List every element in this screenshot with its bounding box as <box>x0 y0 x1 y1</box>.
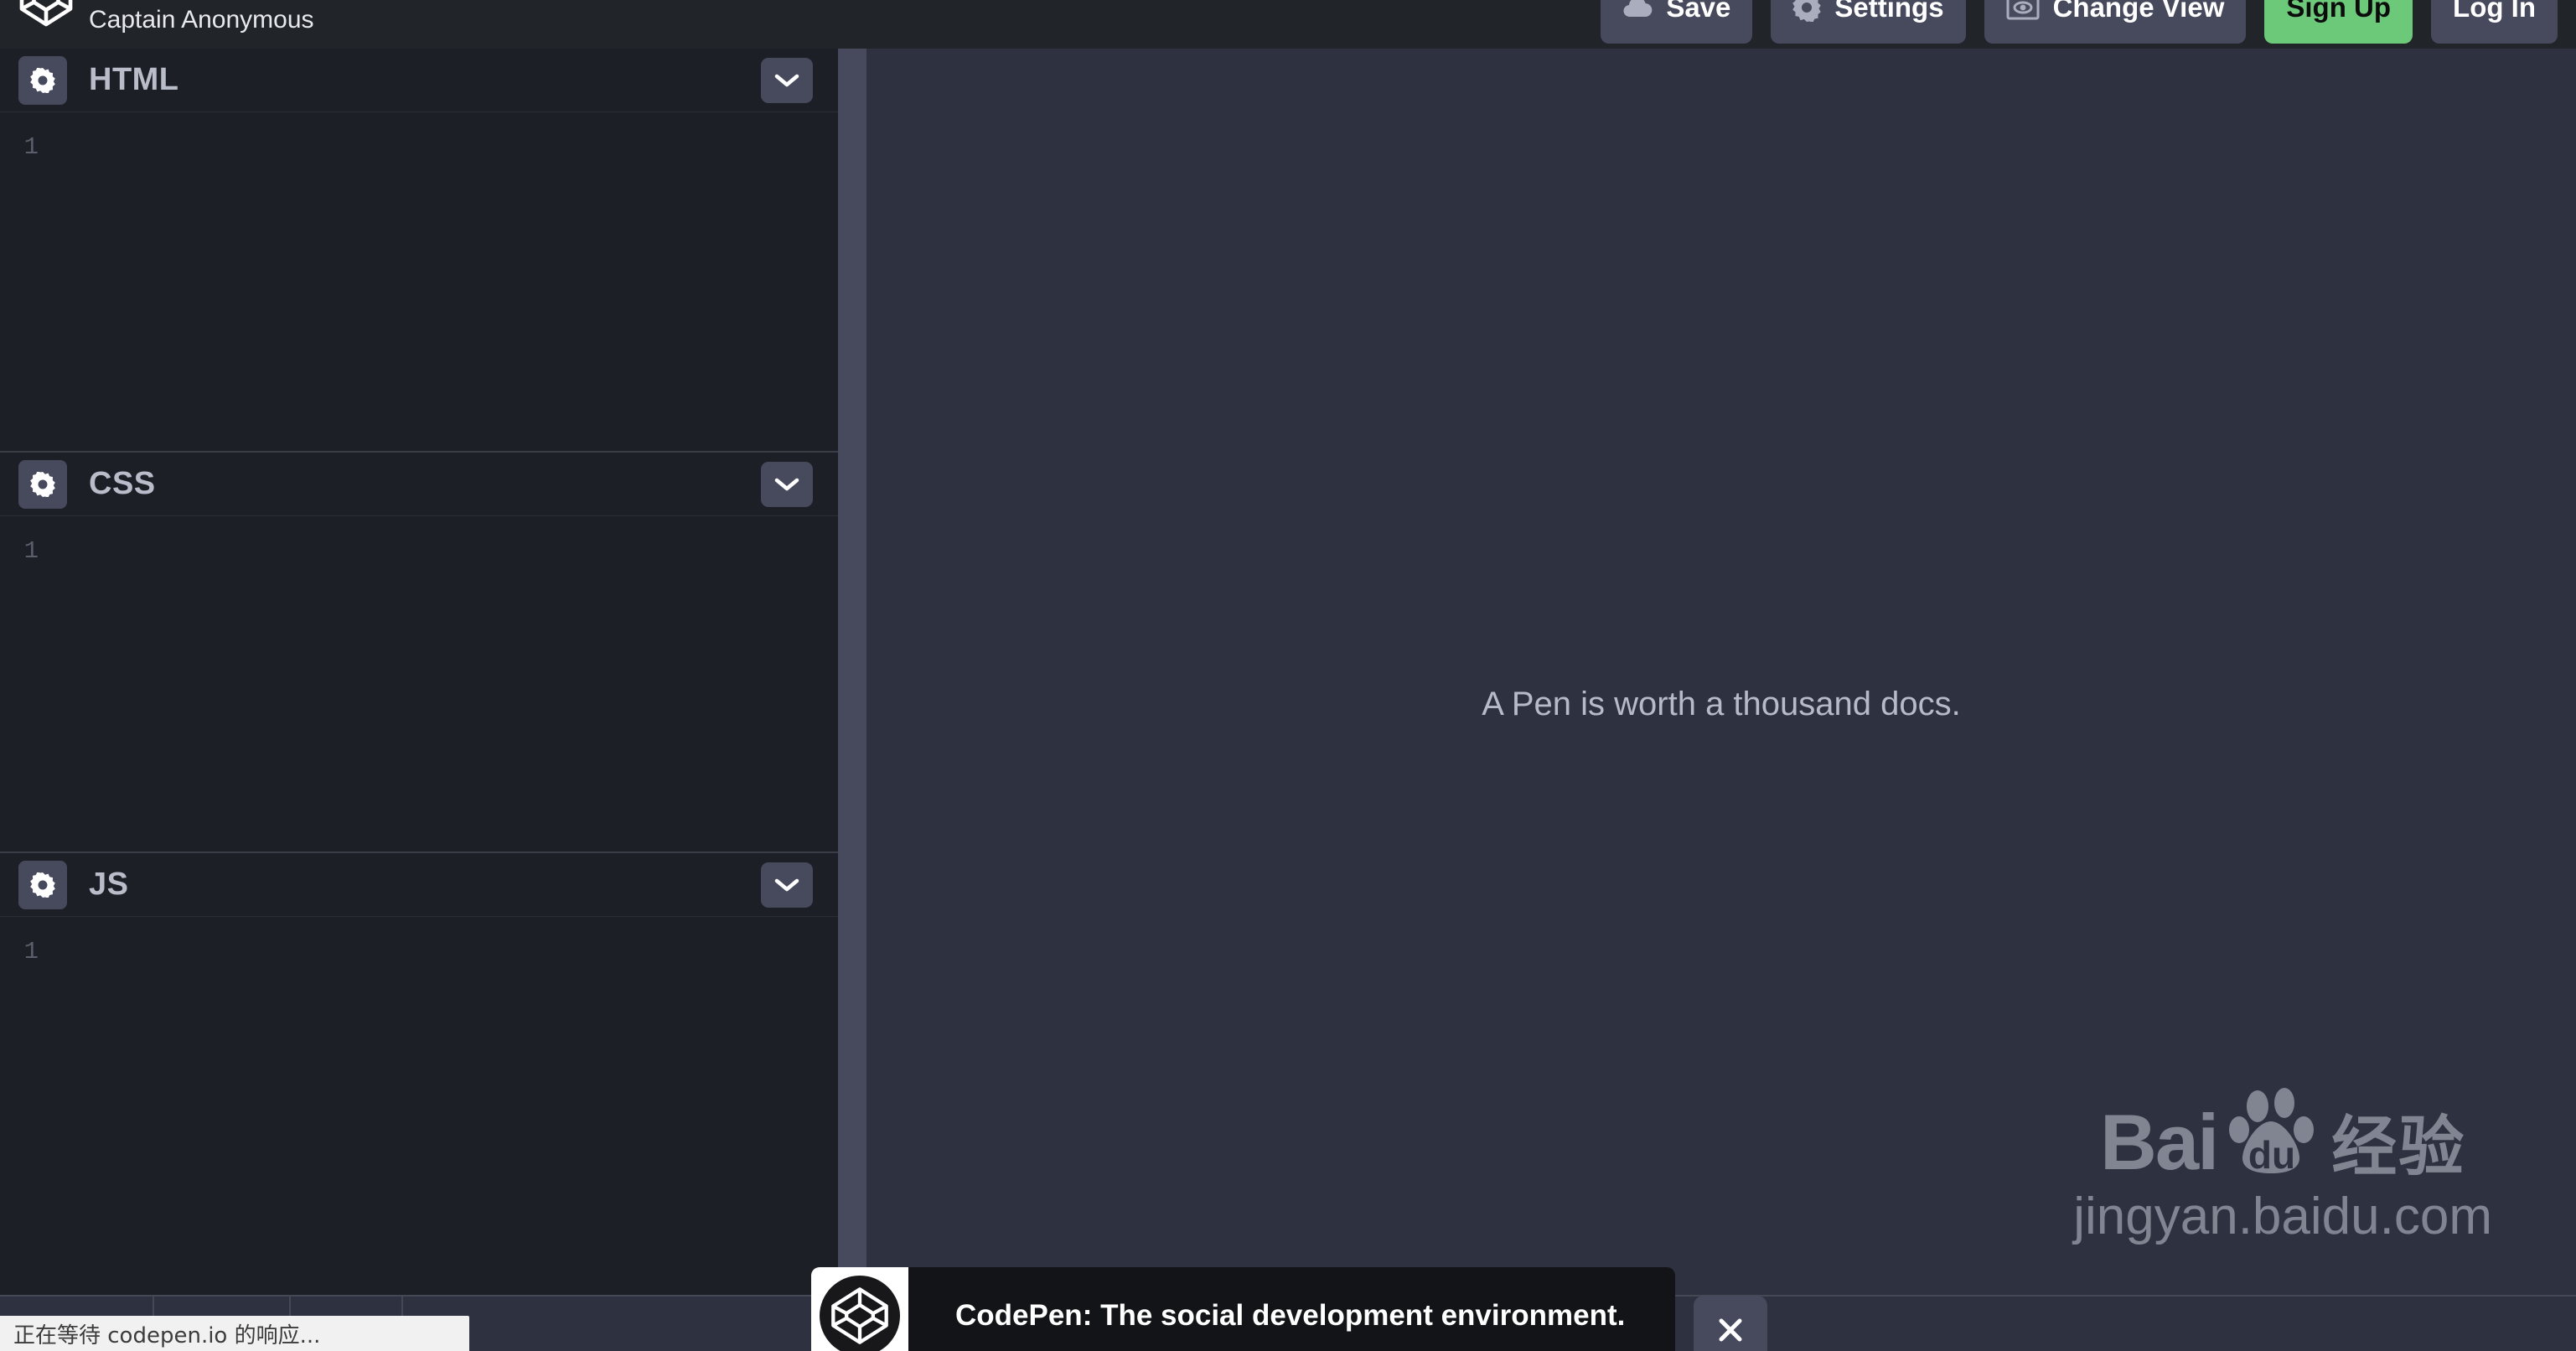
eye-screen-icon <box>2006 0 2040 21</box>
css-settings-gear-icon[interactable] <box>18 459 67 509</box>
baidu-watermark: Bai du 经验 jingyan.baidu.com <box>2073 1078 2492 1246</box>
sign-up-button[interactable]: Sign Up <box>2264 0 2413 44</box>
code-area-js[interactable]: 1 <box>0 917 838 1295</box>
cloud-icon <box>1622 0 1653 19</box>
codepen-logo-icon[interactable] <box>18 0 74 28</box>
toast-message: CodePen: The social development environm… <box>955 1299 1626 1332</box>
editor-column: HTML 1 CSS 1 JS 1 <box>0 49 838 1295</box>
change-view-button-label: Change View <box>2052 0 2225 23</box>
watermark-bai-text: Bai <box>2099 1098 2219 1187</box>
editor-preview-resize-handle[interactable] <box>838 49 866 1295</box>
notification-toast: CodePen: The social development environm… <box>811 1267 1768 1351</box>
browser-status-text: 正在等待 codepen.io 的响应... <box>13 1323 321 1348</box>
editor-label-js: JS <box>89 867 129 902</box>
editor-label-html: HTML <box>89 62 179 97</box>
pen-meta: Untitled Captain Anonymous <box>89 0 314 34</box>
save-button[interactable]: Save <box>1601 0 1753 44</box>
editor-label-css: CSS <box>89 466 156 501</box>
watermark-url-text: jingyan.baidu.com <box>2073 1188 2492 1245</box>
editor-panel-css: CSS 1 <box>0 453 838 853</box>
settings-button-label: Settings <box>1834 0 1944 23</box>
editor-header-html: HTML <box>0 49 838 112</box>
line-numbers-html: 1 <box>23 133 39 161</box>
sign-up-button-label: Sign Up <box>2286 0 2392 23</box>
code-area-css[interactable]: 1 <box>0 516 838 851</box>
code-text-css[interactable] <box>55 516 838 851</box>
code-area-html[interactable]: 1 <box>0 112 838 451</box>
css-collapse-chevron-down-icon[interactable] <box>761 461 813 507</box>
page-title: Untitled <box>89 0 214 3</box>
editor-header-css: CSS <box>0 453 838 516</box>
top-bar-actions: Save Settings Change View Sign Up Log In <box>1601 0 2558 45</box>
browser-status-bar: 正在等待 codepen.io 的响应... <box>0 1316 469 1351</box>
top-bar: Untitled Captain Anonymous Save <box>0 0 2576 50</box>
toast-body: CodePen: The social development environm… <box>908 1267 1676 1351</box>
settings-button[interactable]: Settings <box>1771 0 1966 44</box>
save-button-label: Save <box>1666 0 1731 23</box>
js-collapse-chevron-down-icon[interactable] <box>761 862 813 908</box>
code-text-js[interactable] <box>55 917 838 1295</box>
watermark-cn-text: 经验 <box>2331 1109 2466 1185</box>
line-numbers-css: 1 <box>23 537 39 565</box>
pen-author[interactable]: Captain Anonymous <box>89 7 314 34</box>
gear-icon <box>1792 0 1822 22</box>
toast-logo <box>811 1267 908 1351</box>
brand-area: Untitled Captain Anonymous <box>18 0 314 45</box>
close-icon[interactable] <box>1694 1296 1768 1351</box>
paw-print-icon: du <box>2229 1088 2315 1177</box>
js-settings-gear-icon[interactable] <box>18 860 67 909</box>
editor-panel-js: JS 1 <box>0 853 838 1295</box>
codepen-editor-app: Untitled Captain Anonymous Save <box>0 0 2576 1351</box>
change-view-button[interactable]: Change View <box>1984 0 2247 44</box>
line-numbers-js: 1 <box>23 938 39 965</box>
editor-panel-html: HTML 1 <box>0 49 838 453</box>
preview-pane: A Pen is worth a thousand docs. Bai du 经… <box>866 49 2576 1295</box>
watermark-logo-row: Bai du 经验 <box>2099 1078 2466 1187</box>
workspace: HTML 1 CSS 1 JS 1 A Pen is worth a thous… <box>0 49 2576 1295</box>
codepen-logo-icon-toast <box>820 1276 900 1351</box>
log-in-button-label: Log In <box>2453 0 2536 23</box>
pen-title-row[interactable]: Untitled <box>89 0 314 3</box>
preview-placeholder-text: A Pen is worth a thousand docs. <box>1482 686 1961 722</box>
watermark-du-text: du <box>2248 1133 2295 1177</box>
code-text-html[interactable] <box>55 112 838 451</box>
html-collapse-chevron-down-icon[interactable] <box>761 57 813 103</box>
log-in-button[interactable]: Log In <box>2431 0 2558 44</box>
html-settings-gear-icon[interactable] <box>18 55 67 105</box>
editor-header-js: JS <box>0 853 838 917</box>
